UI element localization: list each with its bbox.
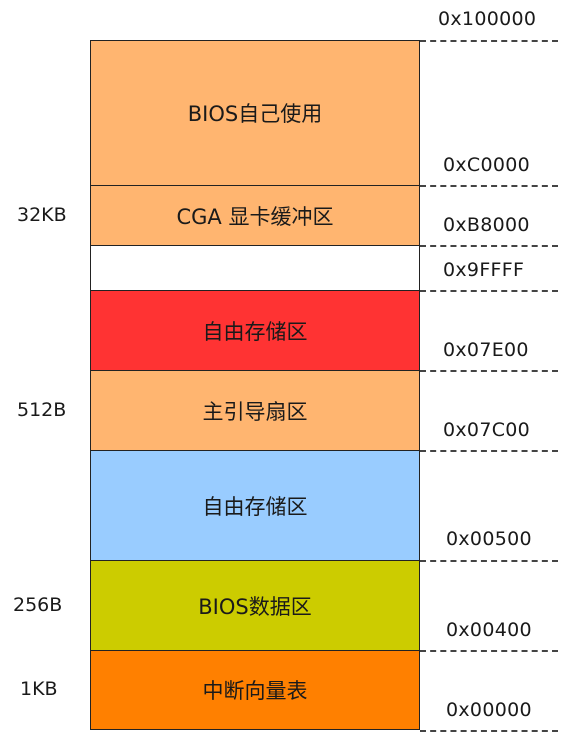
address-label: 0x00400 [446,619,532,641]
size-label: 512B [17,399,67,421]
address-label: 0xC0000 [443,154,531,176]
address-label: 0x07C00 [443,419,531,441]
boundary-line [420,290,558,292]
address-label: 0xB8000 [443,214,530,236]
block-label: BIOS数据区 [198,594,312,619]
address-label: 0x00500 [446,528,532,550]
block-label: 中断向量表 [202,679,308,703]
memory-block-cga-buffer: CGA 显卡缓冲区 [90,185,420,246]
size-label: 32KB [17,204,67,226]
address-label: 0x100000 [438,8,537,30]
memory-block-free-storage-upper: 自由存储区 [90,290,420,371]
size-label: 256B [13,594,63,616]
block-label: 主引导扇区 [202,399,308,424]
boundary-line [420,560,558,562]
block-label: 自由存储区 [202,494,308,519]
boundary-line [420,650,558,652]
address-label: 0x07E00 [443,339,529,361]
memory-block-free-storage-lower: 自由存储区 [90,450,420,561]
block-label: BIOS自己使用 [187,102,323,126]
boundary-line [420,730,558,732]
memory-block-master-boot-sector: 主引导扇区 [90,370,420,451]
boundary-line [420,370,558,372]
memory-map-diagram: BIOS自己使用 CGA 显卡缓冲区 自由存储区 主引导扇区 自由存储区 BIO… [0,0,563,733]
block-label: 自由存储区 [202,319,308,344]
address-label: 0x9FFFF [443,259,525,281]
boundary-line [420,450,558,452]
boundary-line [420,40,558,42]
boundary-line [420,185,558,187]
memory-block-interrupt-vector-table: 中断向量表 [90,650,420,730]
memory-block-bios-own-use: BIOS自己使用 [90,40,420,186]
size-label: 1KB [20,678,58,700]
boundary-line [420,245,558,247]
memory-block-reserved-empty [90,245,420,291]
address-label: 0x00000 [446,699,532,721]
memory-block-bios-data-area: BIOS数据区 [90,560,420,651]
block-label: CGA 显卡缓冲区 [176,204,334,229]
